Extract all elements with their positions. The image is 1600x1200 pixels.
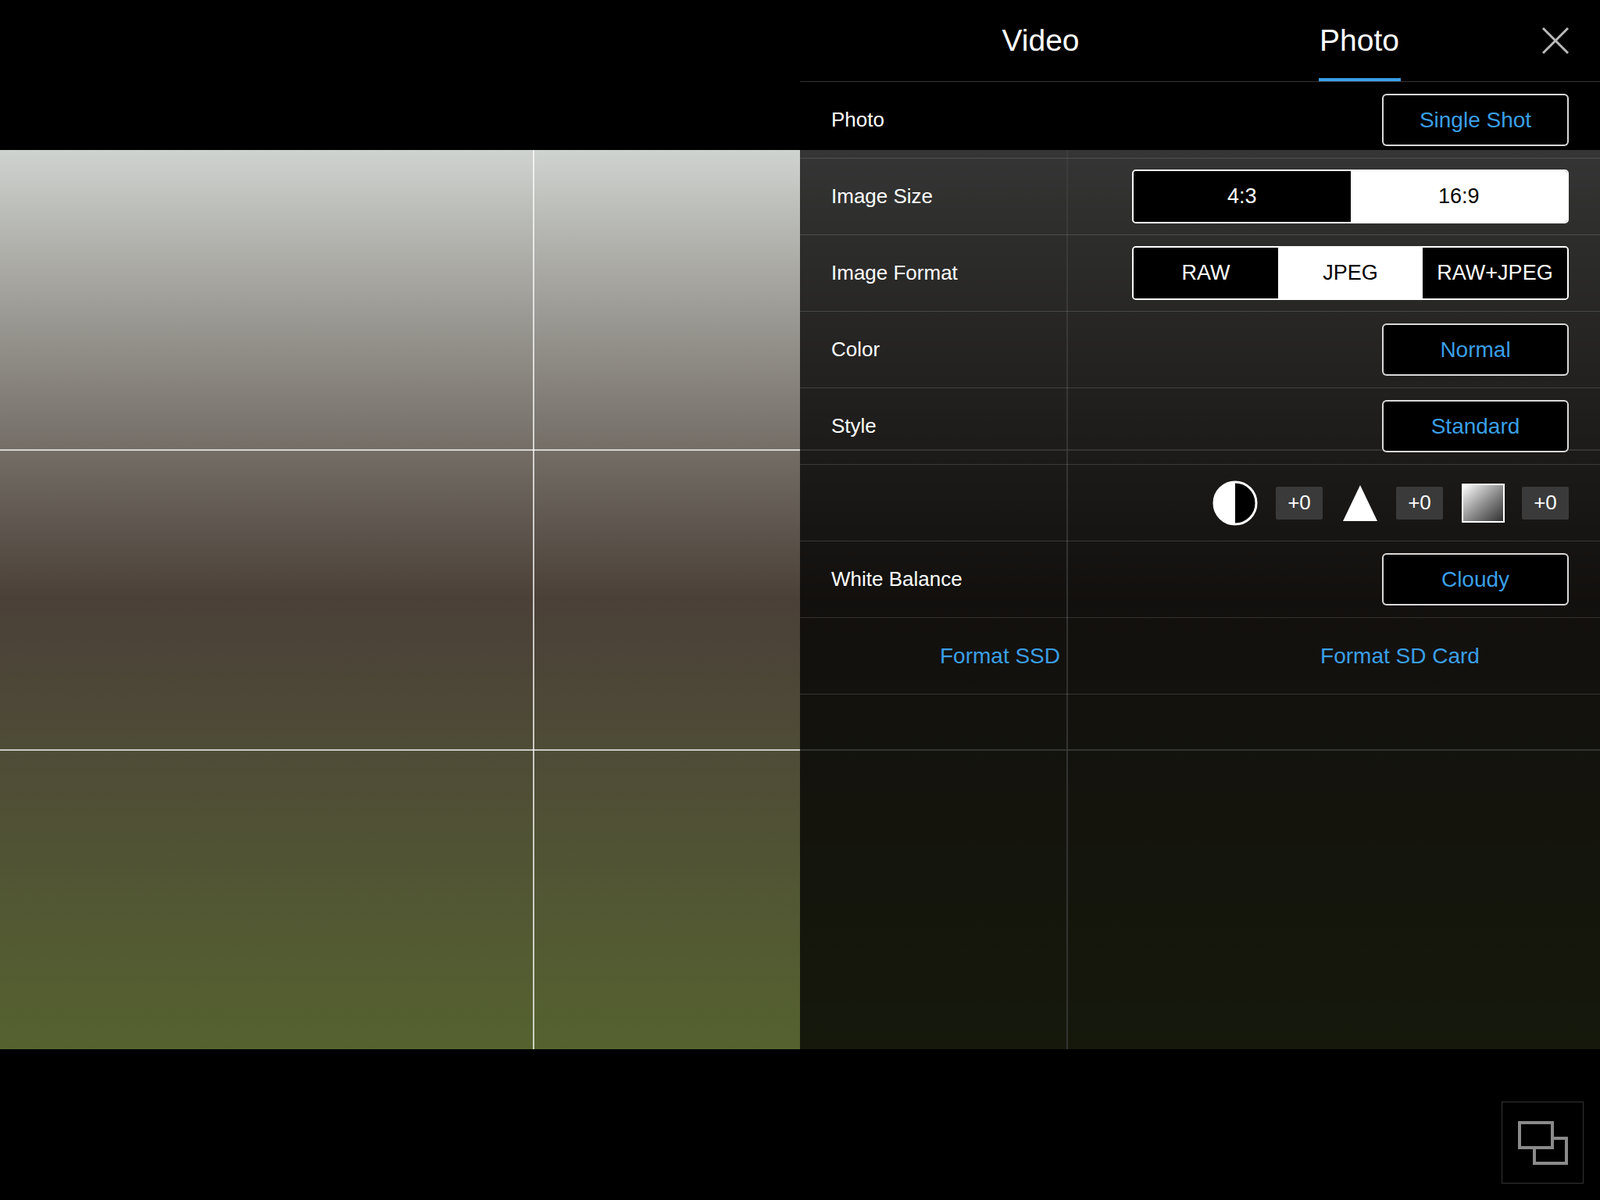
value-button[interactable]: Cloudy — [1382, 553, 1569, 606]
style-param[interactable]: +0 — [1211, 479, 1323, 527]
value-text: Standard — [1431, 410, 1521, 443]
value-button[interactable]: Standard — [1382, 400, 1569, 453]
setting-label: Image Size — [831, 181, 933, 212]
segment-label: RAW+JPEG — [1436, 257, 1553, 290]
saturation-icon — [1461, 483, 1505, 523]
tab-label: Video — [1001, 17, 1079, 65]
segment-option[interactable]: RAW — [1133, 247, 1279, 299]
segment-label: RAW — [1182, 257, 1231, 290]
setting-row: Style Standard — [800, 388, 1600, 465]
setting-row: Format SSD Format SD Card — [800, 617, 1600, 695]
action-label: Format SSD — [939, 639, 1061, 673]
segment-label: JPEG — [1322, 257, 1379, 290]
segmented-control: 4:3 16:9 — [1132, 169, 1569, 224]
setting-label: Color — [831, 334, 880, 365]
overlap-windows-icon — [1517, 1120, 1569, 1166]
param-value: +0 — [1275, 486, 1323, 520]
setting-row: Image Format RAW JPEG RAW+JPEG — [800, 235, 1600, 312]
value-text: Normal — [1439, 333, 1511, 367]
panel-header: Video Photo — [800, 0, 1600, 83]
format-action[interactable]: Format SD Card — [1200, 639, 1600, 673]
setting-row: White Balance Cloudy — [800, 541, 1600, 618]
close-button[interactable] — [1540, 0, 1571, 82]
segment-option[interactable]: 4:3 — [1133, 171, 1351, 222]
tab[interactable]: Photo — [1257, 0, 1461, 82]
segmented-control: RAW JPEG RAW+JPEG — [1132, 246, 1569, 300]
setting-label: White Balance — [831, 564, 963, 595]
grid-line — [532, 150, 535, 1050]
layout-toggle-button[interactable] — [1501, 1101, 1584, 1184]
tab-label: Photo — [1319, 17, 1400, 65]
segment-option[interactable]: JPEG — [1278, 247, 1423, 299]
setting-row: Image Size 4:3 16:9 — [800, 158, 1600, 236]
tab-underline — [1318, 78, 1401, 82]
param-value: +0 — [1521, 486, 1569, 520]
setting-row: Photo Single Shot — [800, 82, 1600, 159]
contrast-icon — [1211, 479, 1259, 527]
setting-label: Image Format — [831, 257, 958, 289]
value-text: Single Shot — [1419, 103, 1532, 137]
style-params: +0 +0 +0 — [1211, 479, 1569, 527]
setting-label: Style — [831, 410, 877, 442]
setting-row: Color Normal — [800, 311, 1600, 389]
segment-option[interactable]: RAW+JPEG — [1422, 247, 1568, 299]
setting-row: +0 +0 +0 — [800, 464, 1600, 542]
segment-option[interactable]: 16:9 — [1350, 171, 1568, 222]
value-button[interactable]: Normal — [1382, 323, 1569, 376]
style-param[interactable]: +0 — [1341, 483, 1443, 523]
value-text: Cloudy — [1441, 563, 1510, 597]
tab[interactable]: Video — [939, 0, 1143, 82]
segment-label: 16:9 — [1438, 180, 1480, 213]
sharpness-icon — [1341, 483, 1379, 523]
action-label: Format SD Card — [1320, 639, 1480, 673]
close-icon — [1540, 25, 1571, 56]
param-value: +0 — [1396, 486, 1443, 520]
value-button[interactable]: Single Shot — [1382, 93, 1569, 147]
segment-label: 4:3 — [1227, 180, 1258, 213]
style-param[interactable]: +0 — [1461, 483, 1569, 523]
settings-panel: Video Photo Photo Single Shot Image Size 4:3… — [800, 0, 1600, 1200]
format-action[interactable]: Format SSD — [800, 639, 1200, 673]
setting-label: Photo — [831, 104, 885, 136]
